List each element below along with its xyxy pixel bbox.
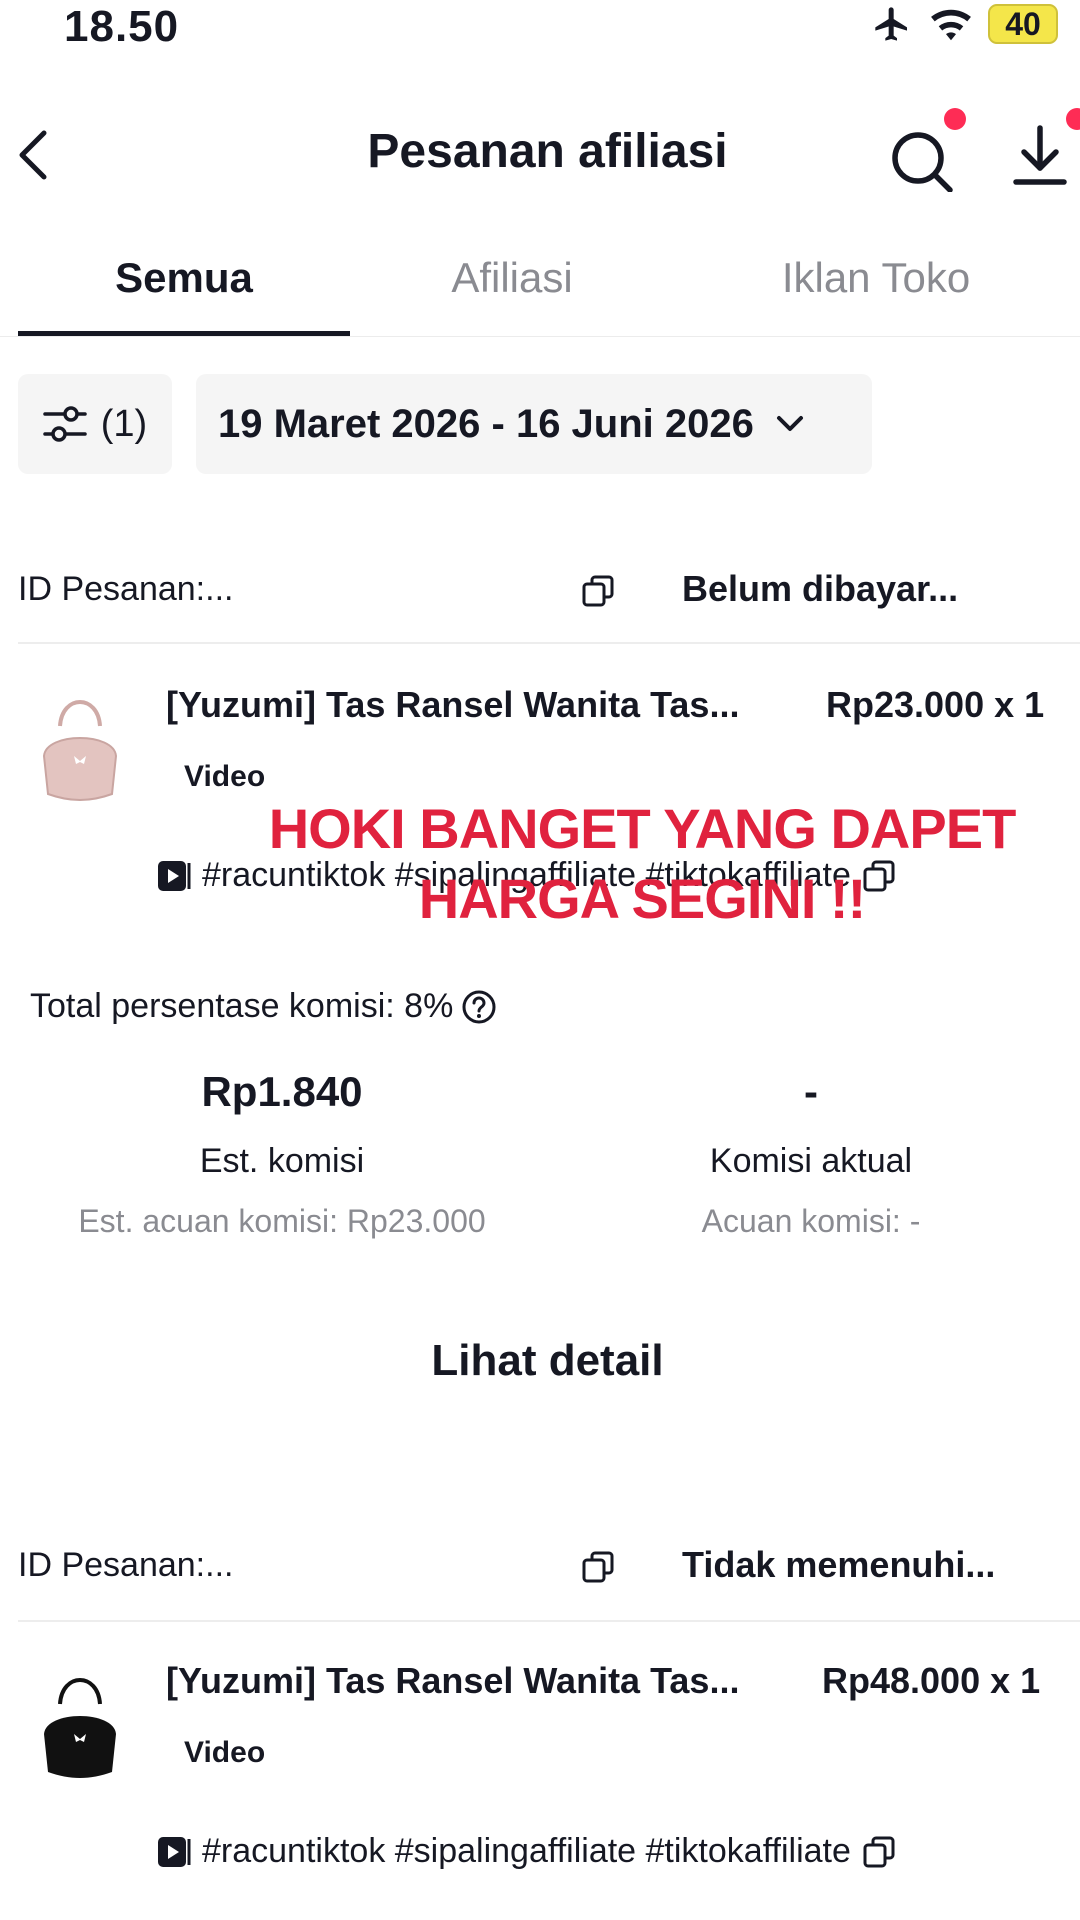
- status-time: 18.50: [64, 2, 180, 51]
- order-id-label: ID Pesanan:...: [18, 570, 234, 608]
- est-commission-block: Rp1.840 Est. komisi Est. acuan komisi: R…: [22, 1068, 542, 1240]
- order-status: Belum dibayar...: [682, 568, 959, 609]
- tab-semua[interactable]: Semua: [18, 254, 350, 302]
- play-icon: [158, 860, 191, 891]
- filter-count: (1): [100, 402, 148, 445]
- battery-icon: 40: [988, 4, 1058, 44]
- download-button[interactable]: [1012, 108, 1080, 196]
- actual-commission-block: - Komisi aktual Acuan komisi: -: [551, 1068, 1071, 1240]
- video-tags-row[interactable]: #racuntiktok #sipalingaffiliate #tiktoka…: [156, 1832, 897, 1871]
- product-source: Video: [184, 760, 266, 793]
- product-price: Rp48.000 x 1: [822, 1660, 1041, 1701]
- search-icon: [892, 132, 953, 193]
- order-status: Tidak memenuhi...: [682, 1544, 996, 1585]
- product-name[interactable]: [Yuzumi] Tas Ransel Wanita Tas...: [166, 1660, 786, 1702]
- actual-commission-reference: Acuan komisi: -: [701, 1203, 921, 1239]
- commission-rate: Total persentase komisi: 8%: [30, 987, 497, 1026]
- play-icon: [158, 1836, 191, 1867]
- overlay-caption-line2: HARGA SEGINI !!: [418, 867, 866, 930]
- actual-commission-label: Komisi aktual: [709, 1142, 913, 1180]
- product-image[interactable]: [30, 686, 130, 806]
- order-divider: [18, 1620, 1080, 1622]
- order-id-label: ID Pesanan:...: [18, 1546, 234, 1584]
- date-range-label: 19 Maret 2026 - 16 Juni 2026: [218, 401, 754, 446]
- product-name[interactable]: [Yuzumi] Tas Ransel Wanita Tas...: [166, 684, 786, 726]
- search-notification-dot: [944, 108, 966, 130]
- search-button[interactable]: [886, 108, 966, 193]
- wifi-icon: [931, 9, 971, 41]
- copy-icon[interactable]: [580, 573, 616, 609]
- status-icons: 40: [870, 4, 1058, 44]
- overlay-caption-line1: HOKI BANGET YANG DAPET: [268, 797, 1017, 860]
- tab-divider: [0, 336, 1080, 337]
- filter-button[interactable]: (1): [18, 374, 172, 474]
- est-commission-label: Est. komisi: [199, 1142, 365, 1180]
- est-commission-value: Rp1.840: [201, 1068, 363, 1115]
- copy-icon[interactable]: [580, 1549, 616, 1585]
- order-divider: [18, 642, 1080, 644]
- tab-afiliasi[interactable]: Afiliasi: [350, 254, 674, 302]
- actual-commission-value: -: [804, 1068, 818, 1115]
- product-image[interactable]: [30, 1664, 130, 1784]
- chevron-down-icon: [776, 416, 803, 431]
- tab-iklan-toko[interactable]: Iklan Toko: [720, 254, 1032, 302]
- date-range-dropdown[interactable]: 19 Maret 2026 - 16 Juni 2026: [196, 374, 872, 474]
- est-commission-reference: Est. acuan komisi: Rp23.000: [78, 1203, 486, 1239]
- battery-level: 40: [1005, 5, 1041, 42]
- download-notification-dot: [1066, 108, 1080, 130]
- product-price: Rp23.000 x 1: [826, 684, 1045, 725]
- filter-icon: [43, 406, 87, 442]
- help-icon[interactable]: [461, 989, 497, 1025]
- view-detail-button[interactable]: Lihat detail: [0, 1336, 1080, 1386]
- download-icon: [1013, 125, 1067, 185]
- commission-rate-text: Total persentase komisi: 8%: [30, 987, 454, 1025]
- copy-icon[interactable]: [861, 1834, 897, 1870]
- airplane-icon: [875, 7, 907, 41]
- video-tags: #racuntiktok #sipalingaffiliate #tiktoka…: [202, 1832, 851, 1870]
- product-source: Video: [184, 1736, 266, 1769]
